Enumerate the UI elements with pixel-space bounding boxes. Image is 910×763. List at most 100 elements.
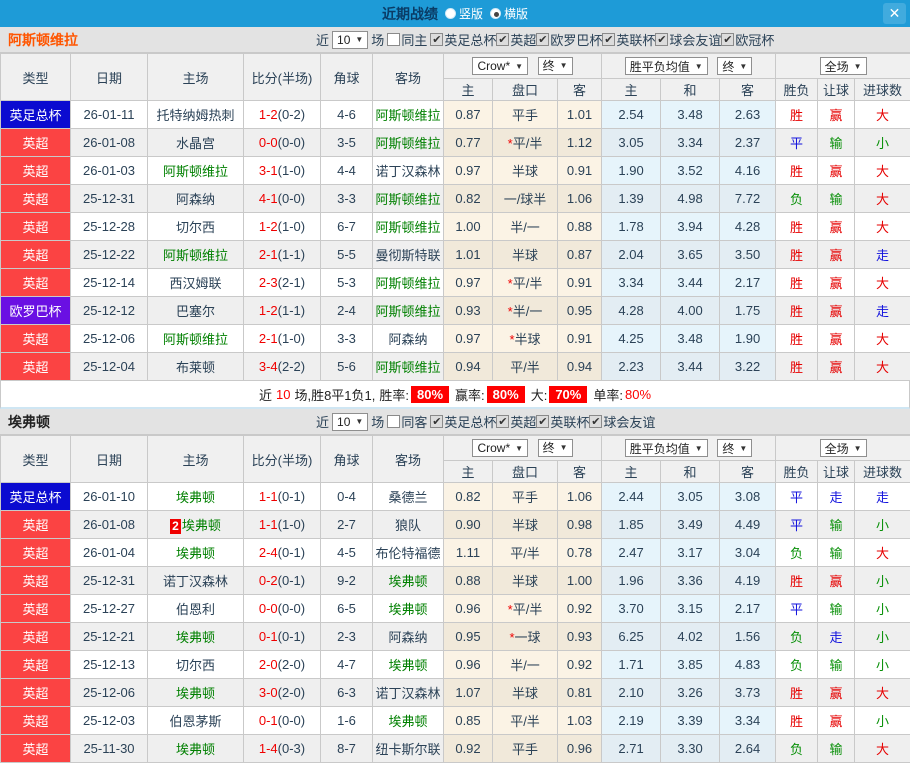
wdl-average-select[interactable]: 胜平负均值▼	[625, 57, 708, 75]
odds-draw: 3.26	[661, 679, 720, 707]
corner-score: 3-3	[321, 185, 373, 213]
final-select[interactable]: 终▼	[538, 57, 573, 75]
handicap-home-odds: 1.07	[444, 679, 493, 707]
score-cell: 2-4(0-1)	[244, 539, 321, 567]
league-checkbox[interactable]: 球会友谊	[589, 412, 655, 431]
fulltime-score: 1-2	[259, 303, 278, 318]
odds-away-win: 4.83	[720, 651, 776, 679]
fulltime-score: 2-0	[259, 657, 278, 672]
handicap-away-odds: 1.12	[558, 129, 602, 157]
handicap-line: 一/球半	[493, 185, 558, 213]
result-group-header: 全场▼	[776, 436, 910, 461]
fulltime-score: 1-1	[259, 489, 278, 504]
league-checkbox[interactable]: 英联杯	[536, 412, 589, 431]
away-team: 埃弗顿	[388, 658, 427, 673]
odds-away-win: 3.04	[720, 539, 776, 567]
result-goals: 走	[855, 297, 910, 325]
score-cell: 2-1(1-0)	[244, 325, 321, 353]
match-row: 欧罗巴杯 25-12-12 巴塞尔 1-2(1-1) 2-4 阿斯顿维拉 0.9…	[1, 297, 910, 325]
home-team-cell: 埃弗顿	[148, 679, 244, 707]
full-match-select[interactable]: 全场▼	[820, 439, 867, 457]
odds-home-win: 1.78	[602, 213, 661, 241]
handicap-line: *半/一	[493, 297, 558, 325]
handicap-away-odds: 1.03	[558, 707, 602, 735]
summary-bar: 近10场,胜8平1负1, 胜率:80% 赢率:80% 大:70% 单率:80%	[0, 381, 910, 409]
league-checkbox[interactable]: 英足总杯	[430, 412, 496, 431]
games-label: 场	[371, 30, 384, 49]
handicap-line: *平/半	[493, 129, 558, 157]
odds-away-win: 4.19	[720, 567, 776, 595]
odds-away-win: 1.75	[720, 297, 776, 325]
odds-home-win: 3.70	[602, 595, 661, 623]
checkbox-checked-icon	[536, 415, 549, 428]
score-cell: 0-2(0-1)	[244, 567, 321, 595]
handicap-home-odds: 0.97	[444, 157, 493, 185]
col-type: 类型	[1, 54, 71, 101]
match-count-value: 10	[337, 415, 350, 429]
chevron-down-icon: ▼	[695, 444, 703, 453]
final-select[interactable]: 终▼	[538, 439, 573, 457]
league-badge: 英超	[1, 185, 71, 213]
league-filters: 英足总杯 英超 欧罗巴杯 英联杯 球会友谊 欧冠杯	[430, 30, 774, 49]
handicap-home-odds: 1.01	[444, 241, 493, 269]
home-team-cell: 伯恩茅斯	[148, 707, 244, 735]
result-goals: 小	[855, 567, 910, 595]
sub-col-away-odds: 客	[558, 79, 602, 101]
halftime-score: (0-1)	[278, 573, 305, 588]
layout-radio-vertical[interactable]: 竖版	[445, 5, 483, 22]
league-checkbox[interactable]: 英足总杯	[430, 30, 496, 49]
col-home: 主场	[148, 54, 244, 101]
league-checkbox[interactable]: 英超	[496, 30, 536, 49]
full-match-select[interactable]: 全场▼	[820, 57, 867, 75]
result-wdl: 胜	[776, 157, 818, 185]
score-cell: 2-0(2-0)	[244, 651, 321, 679]
away-team-cell: 埃弗顿	[373, 595, 444, 623]
final-select[interactable]: 终▼	[717, 57, 752, 75]
corner-score: 5-6	[321, 353, 373, 381]
close-icon[interactable]: ✕	[883, 3, 906, 24]
league-badge: 英超	[1, 651, 71, 679]
league-badge: 英超	[1, 735, 71, 763]
handicap-group-header: Crow*▼ 终▼	[444, 54, 602, 79]
halftime-score: (1-0)	[278, 331, 305, 346]
result-wdl: 负	[776, 651, 818, 679]
handicap-line: 平手	[493, 483, 558, 511]
match-count-select[interactable]: 10▼	[332, 413, 368, 431]
fulltime-score: 0-1	[259, 713, 278, 728]
handicap-line: *一球	[493, 623, 558, 651]
home-team: 切尔西	[176, 220, 215, 235]
final-value: 终	[543, 57, 555, 74]
result-wdl: 负	[776, 185, 818, 213]
layout-radio-horizontal[interactable]: 横版	[490, 5, 528, 22]
away-team: 埃弗顿	[388, 574, 427, 589]
league-checkbox[interactable]: 欧冠杯	[721, 30, 774, 49]
same-venue-checkbox[interactable]: 同客	[387, 412, 427, 431]
col-corner: 角球	[321, 436, 373, 483]
match-row: 英超 25-12-03 伯恩茅斯 0-1(0-0) 1-6 埃弗顿 0.85 平…	[1, 707, 910, 735]
match-row: 英超 25-12-31 诺丁汉森林 0-2(0-1) 9-2 埃弗顿 0.88 …	[1, 567, 910, 595]
home-team-cell: 水晶宫	[148, 129, 244, 157]
checkbox-checked-icon	[721, 33, 734, 46]
col-date: 日期	[71, 436, 148, 483]
league-checkbox[interactable]: 球会友谊	[655, 30, 721, 49]
summary-stats: 胜率:80% 赢率:80% 大:70% 单率:80%	[379, 385, 651, 404]
odds-company-select[interactable]: Crow*▼	[472, 57, 528, 75]
odds-home-win: 2.04	[602, 241, 661, 269]
result-handicap: 赢	[818, 567, 855, 595]
handicap-away-odds: 1.01	[558, 101, 602, 129]
home-team: 阿斯顿维拉	[163, 248, 228, 263]
chevron-down-icon: ▼	[515, 62, 523, 71]
final-select[interactable]: 终▼	[717, 439, 752, 457]
wdl-average-select[interactable]: 胜平负均值▼	[625, 439, 708, 457]
col-away: 客场	[373, 54, 444, 101]
league-checkbox[interactable]: 英超	[496, 412, 536, 431]
same-venue-checkbox[interactable]: 同主	[387, 30, 427, 49]
odds-home-win: 6.25	[602, 623, 661, 651]
handicap-home-odds: 0.97	[444, 325, 493, 353]
result-goals: 大	[855, 735, 910, 763]
odds-home-win: 1.85	[602, 511, 661, 539]
odds-company-select[interactable]: Crow*▼	[472, 439, 528, 457]
league-checkbox[interactable]: 欧罗巴杯	[536, 30, 602, 49]
match-count-select[interactable]: 10▼	[332, 31, 368, 49]
league-checkbox[interactable]: 英联杯	[602, 30, 655, 49]
